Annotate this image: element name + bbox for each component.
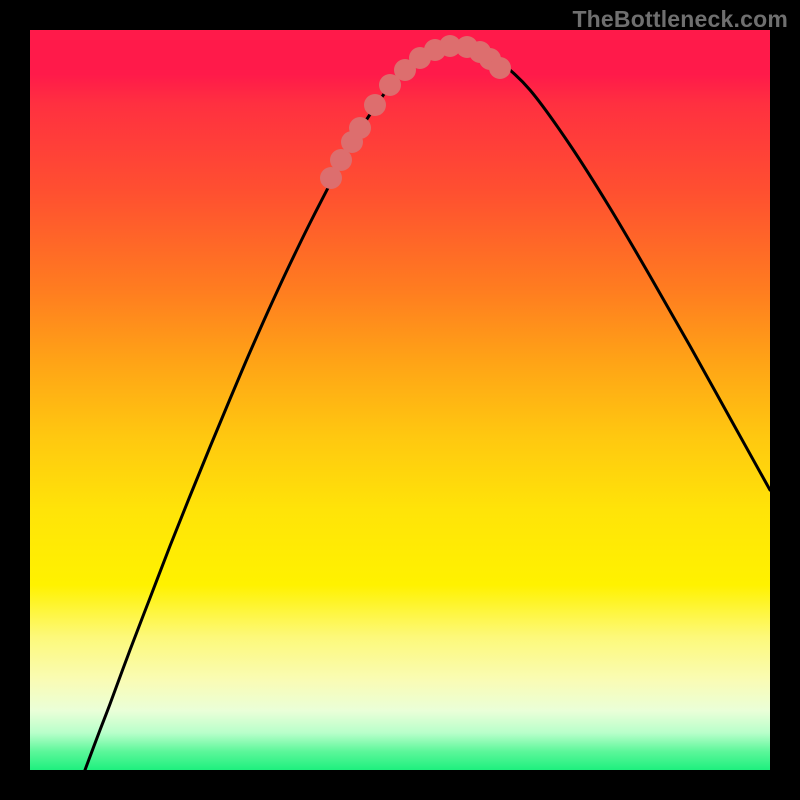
curve-svg: [30, 30, 770, 770]
marker-dots: [320, 35, 511, 189]
bottleneck-curve: [85, 45, 770, 770]
chart-frame: TheBottleneck.com: [0, 0, 800, 800]
marker-dot: [349, 117, 371, 139]
plot-area: [30, 30, 770, 770]
marker-dot: [364, 94, 386, 116]
marker-dot: [489, 57, 511, 79]
watermark-text: TheBottleneck.com: [572, 6, 788, 33]
